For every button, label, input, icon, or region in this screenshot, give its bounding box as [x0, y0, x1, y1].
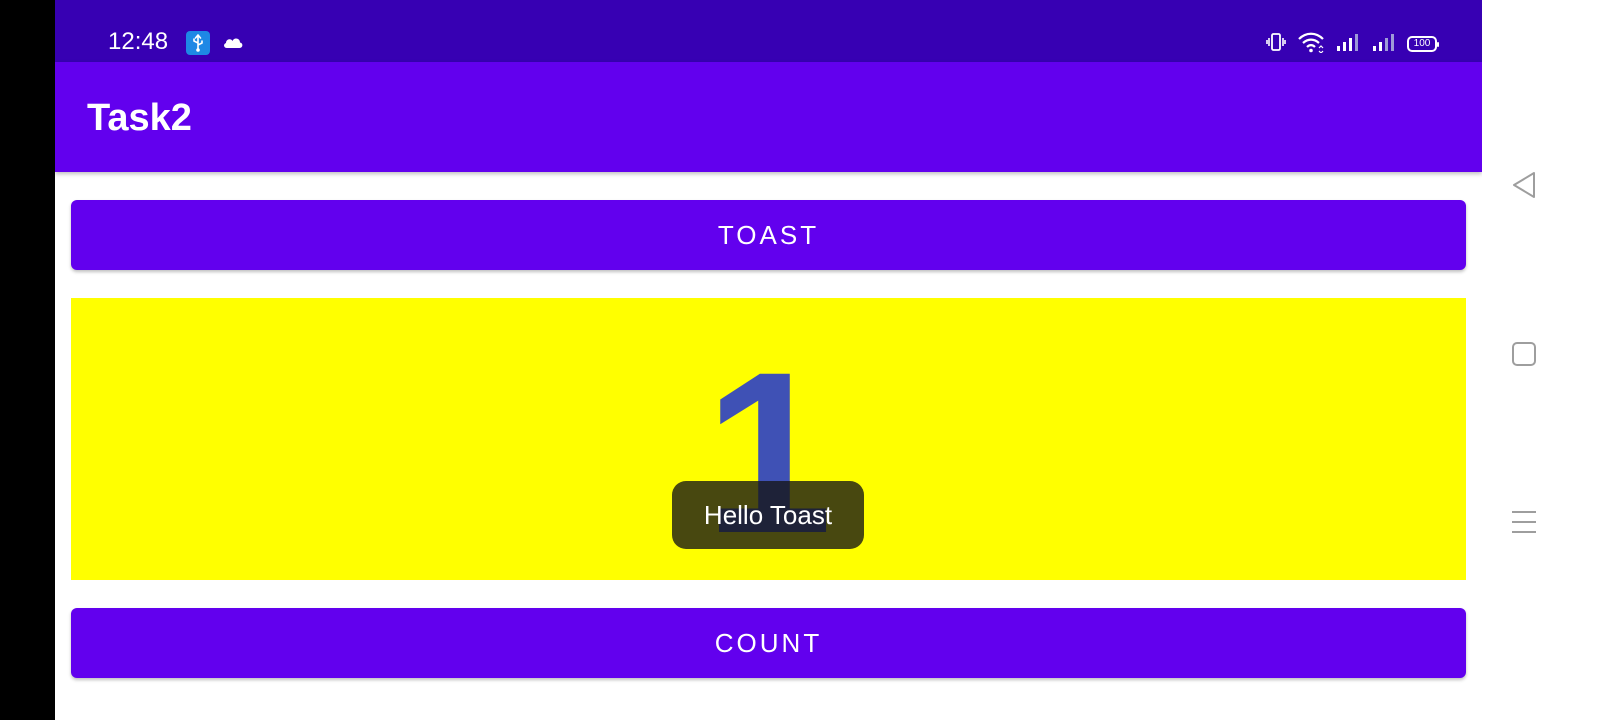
recents-icon[interactable] — [1510, 340, 1538, 373]
screen-edge — [0, 0, 55, 720]
back-icon[interactable] — [1510, 170, 1538, 205]
signal-icon-2 — [1371, 31, 1397, 58]
usb-icon — [186, 31, 210, 55]
vibrate-icon — [1265, 31, 1287, 58]
status-bar: 12:48 100 — [55, 0, 1482, 62]
cloud-icon — [221, 33, 245, 56]
toast-button[interactable]: TOAST — [71, 200, 1466, 270]
navigation-bar — [1482, 0, 1600, 720]
battery-level: 100 — [1413, 38, 1431, 49]
toast-message: Hello Toast — [672, 481, 864, 549]
battery-icon: 100 — [1407, 36, 1439, 52]
menu-icon[interactable] — [1510, 508, 1538, 541]
status-icons: 100 — [1265, 30, 1439, 58]
wifi-icon — [1297, 31, 1325, 58]
app-bar: Task2 — [55, 62, 1482, 172]
signal-icon — [1335, 31, 1361, 58]
status-time: 12:48 — [108, 28, 169, 55]
app-screen: 12:48 100 Task2 TOAST 1 COUNT Hello Toas… — [55, 0, 1482, 720]
app-title: Task2 — [87, 97, 192, 139]
count-button[interactable]: COUNT — [71, 608, 1466, 678]
